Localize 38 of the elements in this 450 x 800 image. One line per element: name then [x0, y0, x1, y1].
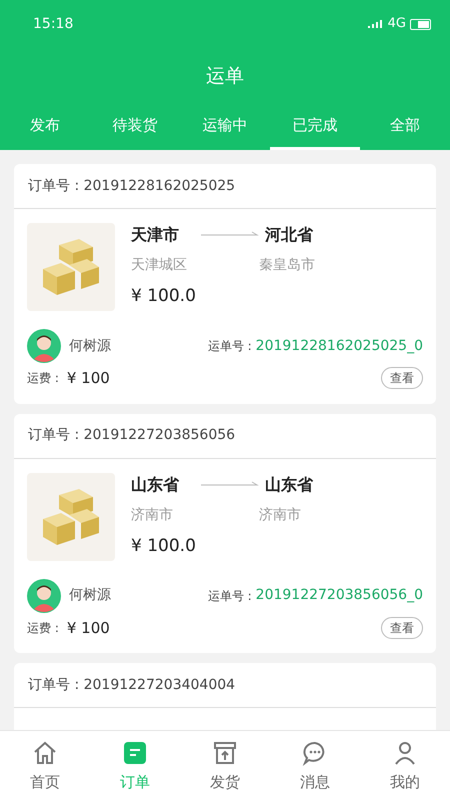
avatar-icon — [27, 329, 61, 363]
fee-label: 运费 : — [27, 620, 59, 637]
driver-name: 何树源 — [69, 336, 111, 356]
battery-icon — [410, 18, 432, 30]
order-number: 订单号 : 20191228162025025 — [14, 164, 436, 209]
origin-district: 济南市 — [131, 506, 174, 524]
waybill-label: 运单号 : — [208, 338, 252, 355]
waybill-label: 运单号 : — [208, 588, 252, 604]
page-title: 运单 — [206, 64, 244, 89]
signal-icon — [368, 20, 384, 28]
price: ¥ 100.0 — [131, 285, 197, 308]
nav-item[interactable]: 消息 — [270, 731, 360, 800]
avatar-icon — [27, 578, 61, 612]
nav-item[interactable]: 首页 — [0, 731, 90, 800]
driver-name: 何树源 — [69, 586, 111, 605]
origin-district: 天津城区 — [131, 256, 188, 275]
destination-district: 济南市 — [259, 506, 302, 524]
document-icon — [121, 739, 149, 767]
destination-city: 山东省 — [265, 474, 314, 496]
fee-amount: ¥ 100 — [66, 368, 110, 389]
price: ¥ 100.0 — [131, 534, 197, 558]
view-button[interactable]: 查看 — [381, 367, 423, 390]
fee-amount: ¥ 100 — [66, 618, 110, 638]
destination-city: 河北省 — [265, 224, 314, 246]
fee-label: 运费 : — [27, 370, 59, 388]
status-time: 15:18 — [33, 14, 74, 34]
waybill-number: 20191227203856056_0 — [256, 586, 423, 605]
upload-box-icon — [211, 739, 239, 767]
waybill-number: 20191228162025025_0 — [256, 336, 423, 356]
origin-city: 天津市 — [131, 224, 180, 246]
order-number: 订单号 : 20191227203856056 — [14, 414, 436, 458]
origin-city: 山东省 — [131, 474, 180, 496]
destination-district: 秦皇岛市 — [259, 256, 316, 275]
view-button[interactable]: 查看 — [381, 616, 423, 639]
order-number: 订单号 : 20191227203404004 — [14, 663, 436, 708]
nav-item[interactable]: 我的 — [360, 731, 450, 800]
network-label: 4G — [388, 15, 406, 34]
nav-item[interactable]: 发货 — [180, 731, 270, 800]
